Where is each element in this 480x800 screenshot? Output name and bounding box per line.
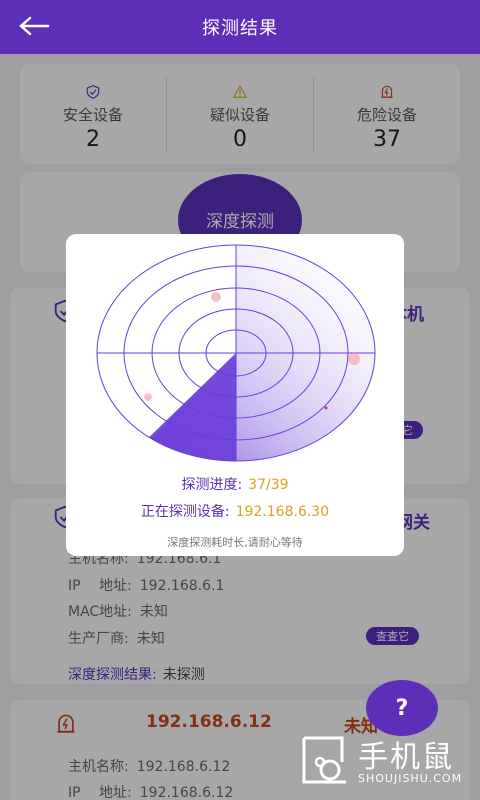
- radar-blip: [324, 406, 328, 410]
- back-button[interactable]: [18, 10, 54, 42]
- scan-progress-label: 探测进度:: [181, 477, 243, 493]
- top-bar: 探测结果: [0, 0, 480, 54]
- watermark: 手机鼠 SHOUJISHU.COM: [296, 730, 476, 794]
- scan-hint: 深度探测耗时长,请耐心等待: [167, 536, 303, 549]
- back-arrow-icon: [19, 16, 50, 36]
- watermark-text: 手机鼠: [358, 740, 454, 775]
- mouse-logo-icon: [302, 736, 346, 784]
- scan-progress-value: 37/39: [248, 477, 289, 493]
- page-title: 探测结果: [202, 18, 278, 39]
- current-device-value: 192.168.6.30: [235, 504, 330, 520]
- radar-scanner: [96, 244, 376, 462]
- scan-progress-dialog: 探测进度: 37/39 正在探测设备: 192.168.6.30 深度探测耗时长,请…: [66, 234, 404, 556]
- help-button[interactable]: ?: [366, 680, 438, 736]
- current-device: 正在探测设备: 192.168.6.30: [66, 501, 404, 521]
- scan-progress: 探测进度: 37/39: [66, 474, 404, 494]
- radar-blip: [144, 393, 152, 401]
- radar-blip: [348, 353, 360, 365]
- watermark-sub: SHOUJISHU.COM: [358, 772, 463, 785]
- current-device-label: 正在探测设备:: [140, 504, 230, 520]
- radar-blip: [211, 292, 221, 302]
